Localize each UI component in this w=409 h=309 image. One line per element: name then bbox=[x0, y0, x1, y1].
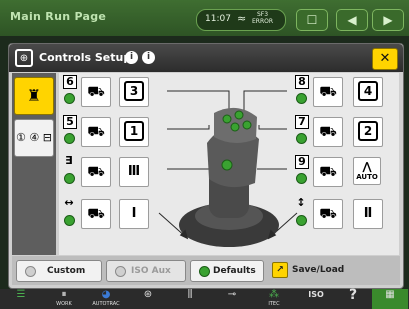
auto-function-tile: ⋀ AUTO bbox=[353, 157, 381, 185]
dialog-header: ⊕ Controls Setup i i ✕ bbox=[9, 44, 403, 72]
button-row-6[interactable]: 6 ⛟ 3 bbox=[63, 75, 163, 111]
tray-steering-icon[interactable]: ⊛ bbox=[128, 289, 168, 309]
tractor-icon: ⛟ bbox=[313, 77, 343, 107]
status-dot bbox=[296, 215, 307, 226]
button-number: 7 bbox=[295, 115, 309, 129]
status-dot bbox=[296, 173, 307, 184]
forward-icon: ▶ bbox=[383, 13, 393, 27]
function-tile: Ⅲ bbox=[119, 157, 149, 187]
iso-aux-button[interactable]: ISO Aux bbox=[106, 260, 186, 282]
left-tab-bar: ♜ ① ④ ⊟ bbox=[12, 73, 56, 255]
tractor-icon: ⛟ bbox=[313, 157, 343, 187]
info-icon[interactable]: i bbox=[142, 51, 155, 64]
function-tile: 4 bbox=[353, 77, 383, 107]
custom-radio bbox=[25, 266, 36, 277]
tray-work[interactable]: ⏸ WORK bbox=[44, 289, 84, 309]
controls-setup-dialog: ⊕ Controls Setup i i ✕ ♜ ① ④ ⊟ 6 ⛟ 3 5 ⛟… bbox=[8, 43, 404, 289]
save-load-button[interactable]: ↗ Save/Load bbox=[268, 260, 354, 280]
forward-button[interactable]: ▶ bbox=[372, 9, 404, 31]
button-row-vertical[interactable]: ↕ ⛟ Ⅱ bbox=[295, 197, 397, 233]
tractor-icon: ⛟ bbox=[81, 157, 111, 187]
tray-itec[interactable]: ⁂ ITEC bbox=[254, 289, 294, 309]
main-area: 6 ⛟ 3 5 ⛟ 1 ∃ ⛟ Ⅲ ↔ ⛟ Ⅰ 8 ⛟ 4 7 ⛟ 2 9 ⛟ … bbox=[59, 73, 399, 255]
button-number: 6 bbox=[63, 75, 77, 89]
joystick-tab[interactable]: ♜ bbox=[14, 77, 54, 115]
wifi-icon: ≈ bbox=[237, 12, 247, 25]
status-dot bbox=[64, 93, 75, 104]
status-dot bbox=[296, 93, 307, 104]
button-row-thumb[interactable]: ∃ ⛟ Ⅲ bbox=[63, 155, 163, 191]
tractor-icon: ⛟ bbox=[81, 117, 111, 147]
status-pill[interactable]: 11:07 ≈ SF3 ERROR bbox=[196, 9, 286, 31]
status-dot bbox=[296, 133, 307, 144]
button-number: 9 bbox=[295, 155, 309, 169]
buttons-tab[interactable]: ① ④ ⊟ bbox=[14, 119, 54, 157]
function-tile: 3 bbox=[119, 77, 149, 107]
status-dot bbox=[64, 215, 75, 226]
button-number: ∃ bbox=[65, 154, 73, 167]
tray-hitch-icon[interactable]: ⫼ bbox=[170, 289, 210, 309]
tray-implement-icon[interactable]: ⊸ bbox=[212, 289, 252, 309]
function-tile: Ⅱ bbox=[353, 199, 383, 229]
page-title: Main Run Page bbox=[10, 10, 107, 23]
top-bar: Main Run Page 11:07 ≈ SF3 ERROR ☐ ◀ ▶ bbox=[0, 0, 409, 36]
menu-button[interactable]: ☐ bbox=[296, 9, 328, 31]
signal-label: SF3 bbox=[256, 11, 269, 18]
close-icon: ✕ bbox=[379, 51, 391, 66]
tray-menu-icon[interactable]: ☰ bbox=[2, 289, 40, 309]
function-tile: 1 bbox=[119, 117, 149, 147]
joystick-icon: ♜ bbox=[26, 86, 42, 105]
status-dot bbox=[64, 133, 75, 144]
back-button[interactable]: ◀ bbox=[336, 9, 368, 31]
tray-autotrac[interactable]: ◕ AUTOTRAC bbox=[86, 289, 126, 309]
tractor-icon: ⛟ bbox=[313, 117, 343, 147]
auto-icon: ⋀ bbox=[362, 160, 372, 173]
function-tile: Ⅰ bbox=[119, 199, 149, 229]
custom-button[interactable]: Custom bbox=[16, 260, 102, 282]
bottom-bar: Custom ISO Aux Defaults ↗ Save/Load bbox=[12, 256, 400, 285]
close-button[interactable]: ✕ bbox=[372, 48, 398, 70]
defaults-radio bbox=[199, 266, 210, 277]
error-label: ERROR bbox=[252, 18, 274, 25]
defaults-button[interactable]: Defaults bbox=[190, 260, 264, 282]
controls-icon: ⊕ bbox=[15, 49, 33, 67]
iso-aux-radio bbox=[115, 266, 126, 277]
button-number: 8 bbox=[295, 75, 309, 89]
tray-help-icon[interactable]: ? bbox=[338, 288, 368, 309]
dialog-title: Controls Setup bbox=[39, 51, 132, 64]
tray-apps-icon[interactable]: ▦ bbox=[372, 289, 408, 309]
tractor-icon: ⛟ bbox=[81, 77, 111, 107]
tractor-icon: ⛟ bbox=[313, 199, 343, 229]
button-row-7[interactable]: 7 ⛟ 2 bbox=[295, 115, 397, 151]
error-indicator: SF3 ERROR bbox=[252, 11, 273, 25]
help-icon[interactable]: i bbox=[125, 51, 138, 64]
button-row-9[interactable]: 9 ⛟ ⋀ AUTO bbox=[295, 155, 397, 191]
menu-icon: ☐ bbox=[306, 13, 318, 27]
clock: 11:07 bbox=[205, 14, 231, 24]
back-icon: ◀ bbox=[347, 13, 357, 27]
buttons-icon: ① ④ ⊟ bbox=[16, 131, 52, 144]
button-number: ↕ bbox=[296, 196, 306, 209]
button-row-5[interactable]: 5 ⛟ 1 bbox=[63, 115, 163, 151]
button-number: ↔ bbox=[64, 196, 74, 209]
button-row-side[interactable]: ↔ ⛟ Ⅰ bbox=[63, 197, 163, 233]
save-load-icon: ↗ bbox=[272, 262, 288, 278]
tractor-icon: ⛟ bbox=[81, 199, 111, 229]
tray-iso[interactable]: ISO bbox=[296, 289, 336, 309]
button-row-8[interactable]: 8 ⛟ 4 bbox=[295, 75, 397, 111]
button-number: 5 bbox=[63, 115, 77, 129]
shortcut-tray: ☰ ⏸ WORK ◕ AUTOTRAC ⊛ ⫼ ⊸ ⁂ ITEC ISO ? ▦ bbox=[0, 288, 409, 309]
status-dot bbox=[64, 173, 75, 184]
function-tile: 2 bbox=[353, 117, 383, 147]
